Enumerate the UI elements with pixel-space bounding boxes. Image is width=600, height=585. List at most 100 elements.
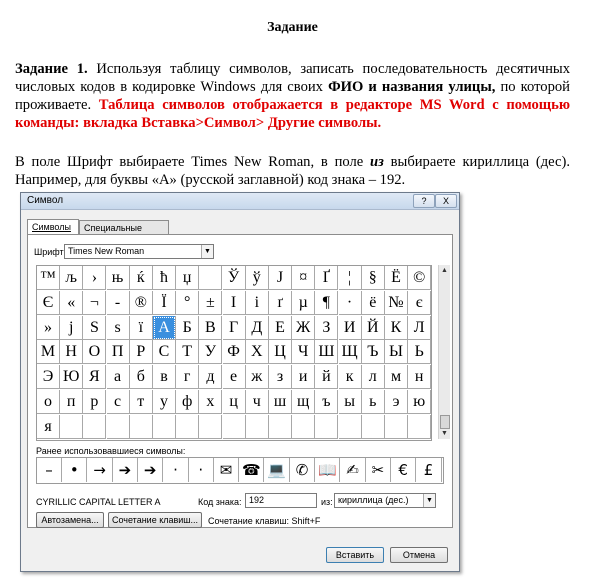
- from-select[interactable]: кириллица (дес.) ▼: [334, 493, 436, 508]
- symbol-cell[interactable]: ¶: [315, 290, 339, 315]
- symbol-cell[interactable]: М: [37, 340, 60, 365]
- symbol-cell[interactable]: ґ: [269, 290, 292, 315]
- symbol-cell[interactable]: Х: [245, 340, 269, 365]
- symbol-cell[interactable]: Ґ: [315, 266, 339, 290]
- symbol-cell[interactable]: ћ: [153, 266, 176, 290]
- symbol-cell[interactable]: -: [106, 290, 130, 315]
- symbol-cell[interactable]: ў: [245, 266, 269, 290]
- recent-symbol-cell[interactable]: 📖: [315, 458, 341, 482]
- symbol-cell[interactable]: [338, 414, 362, 439]
- symbol-cell[interactable]: џ: [176, 266, 200, 290]
- close-button[interactable]: X: [435, 194, 457, 208]
- recent-symbol-cell[interactable]: ✂: [366, 458, 391, 482]
- symbol-cell[interactable]: Ы: [385, 340, 408, 365]
- symbol-cell[interactable]: ®: [129, 290, 153, 315]
- symbol-cell[interactable]: я: [37, 414, 60, 439]
- symbol-cell[interactable]: ж: [245, 365, 269, 390]
- recent-symbol-cell[interactable]: €: [391, 458, 417, 482]
- symbol-cell[interactable]: А: [153, 315, 176, 340]
- symbol-cell[interactable]: г: [176, 365, 200, 390]
- symbol-cell[interactable]: [83, 414, 107, 439]
- symbol-cell[interactable]: Е: [269, 315, 292, 340]
- symbol-cell[interactable]: Ў: [222, 266, 246, 290]
- autocorrect-button[interactable]: Автозамена...: [36, 512, 104, 528]
- symbol-cell[interactable]: [199, 266, 223, 290]
- code-input[interactable]: 192: [245, 493, 317, 508]
- symbol-cell[interactable]: ш: [269, 390, 292, 414]
- symbol-cell[interactable]: [385, 414, 408, 439]
- symbol-cell[interactable]: з: [269, 365, 292, 390]
- symbol-cell[interactable]: ·: [338, 290, 362, 315]
- symbol-cell[interactable]: Ж: [292, 315, 316, 340]
- symbol-cell[interactable]: м: [385, 365, 408, 390]
- symbol-cell[interactable]: О: [83, 340, 107, 365]
- symbol-cell[interactable]: о: [37, 390, 60, 414]
- symbol-cell[interactable]: [129, 414, 153, 439]
- scroll-thumb[interactable]: [440, 415, 450, 429]
- symbol-cell[interactable]: К: [385, 315, 408, 340]
- symbol-scrollbar[interactable]: ▲ ▼: [438, 265, 450, 439]
- symbol-cell[interactable]: ¬: [83, 290, 107, 315]
- symbol-cell[interactable]: Я: [83, 365, 107, 390]
- scroll-up-icon[interactable]: ▲: [439, 265, 450, 276]
- symbol-cell[interactable]: а: [106, 365, 130, 390]
- scroll-down-icon[interactable]: ▼: [439, 428, 450, 439]
- symbol-cell[interactable]: У: [199, 340, 223, 365]
- symbol-cell[interactable]: ±: [199, 290, 223, 315]
- symbol-cell[interactable]: Ё: [385, 266, 408, 290]
- symbol-cell[interactable]: [292, 414, 316, 439]
- symbol-cell[interactable]: е: [222, 365, 246, 390]
- tab-special-chars[interactable]: Специальные знаки: [79, 220, 169, 247]
- insert-button[interactable]: Вставить: [326, 547, 384, 563]
- shortcut-key-button[interactable]: Сочетание клавиш...: [108, 512, 202, 528]
- symbol-cell[interactable]: №: [385, 290, 408, 315]
- recent-symbol-cell[interactable]: •: [62, 458, 88, 482]
- recent-symbol-cell[interactable]: ·: [164, 458, 189, 482]
- symbol-cell[interactable]: Ѕ: [83, 315, 107, 340]
- symbol-cell[interactable]: у: [153, 390, 176, 414]
- recent-symbol-cell[interactable]: →: [88, 458, 113, 482]
- symbol-cell[interactable]: Ш: [315, 340, 339, 365]
- symbol-cell[interactable]: с: [106, 390, 130, 414]
- symbol-cell[interactable]: й: [315, 365, 339, 390]
- symbol-cell[interactable]: э: [385, 390, 408, 414]
- symbol-cell[interactable]: щ: [292, 390, 316, 414]
- symbol-cell[interactable]: §: [361, 266, 385, 290]
- symbol-cell[interactable]: [245, 414, 269, 439]
- recent-symbol-cell[interactable]: ✆: [290, 458, 315, 482]
- symbol-cell[interactable]: в: [153, 365, 176, 390]
- symbol-cell[interactable]: и: [292, 365, 316, 390]
- symbol-cell[interactable]: ы: [338, 390, 362, 414]
- symbol-cell[interactable]: [106, 414, 130, 439]
- symbol-cell[interactable]: ѕ: [106, 315, 130, 340]
- recent-symbol-cell[interactable]: £: [417, 458, 442, 482]
- symbol-cell[interactable]: Л: [408, 315, 432, 340]
- symbol-cell[interactable]: к: [338, 365, 362, 390]
- symbol-cell[interactable]: Н: [60, 340, 84, 365]
- symbol-cell[interactable]: [408, 414, 432, 439]
- symbol-cell[interactable]: [269, 414, 292, 439]
- symbol-cell[interactable]: Б: [176, 315, 200, 340]
- symbol-cell[interactable]: ч: [245, 390, 269, 414]
- help-button[interactable]: ?: [413, 194, 435, 208]
- symbol-cell[interactable]: Д: [245, 315, 269, 340]
- symbol-cell[interactable]: ф: [176, 390, 200, 414]
- symbol-cell[interactable]: ›: [83, 266, 107, 290]
- chevron-down-icon[interactable]: ▼: [423, 494, 435, 507]
- recent-symbol-cell[interactable]: 💻: [265, 458, 290, 482]
- recent-symbol-cell[interactable]: ➔: [138, 458, 164, 482]
- symbol-cell[interactable]: Є: [37, 290, 60, 315]
- symbol-cell[interactable]: Ъ: [361, 340, 385, 365]
- font-select[interactable]: Times New Roman ▼: [64, 244, 214, 259]
- symbol-cell[interactable]: Ь: [408, 340, 432, 365]
- symbol-cell[interactable]: њ: [106, 266, 130, 290]
- symbol-cell[interactable]: [361, 414, 385, 439]
- symbol-cell[interactable]: Р: [129, 340, 153, 365]
- recent-symbol-cell[interactable]: ✉: [214, 458, 240, 482]
- symbol-cell[interactable]: И: [338, 315, 362, 340]
- symbol-cell[interactable]: ©: [408, 266, 432, 290]
- symbol-cell[interactable]: »: [37, 315, 60, 340]
- symbol-cell[interactable]: З: [315, 315, 339, 340]
- chevron-down-icon[interactable]: ▼: [201, 245, 213, 258]
- symbol-cell[interactable]: љ: [60, 266, 84, 290]
